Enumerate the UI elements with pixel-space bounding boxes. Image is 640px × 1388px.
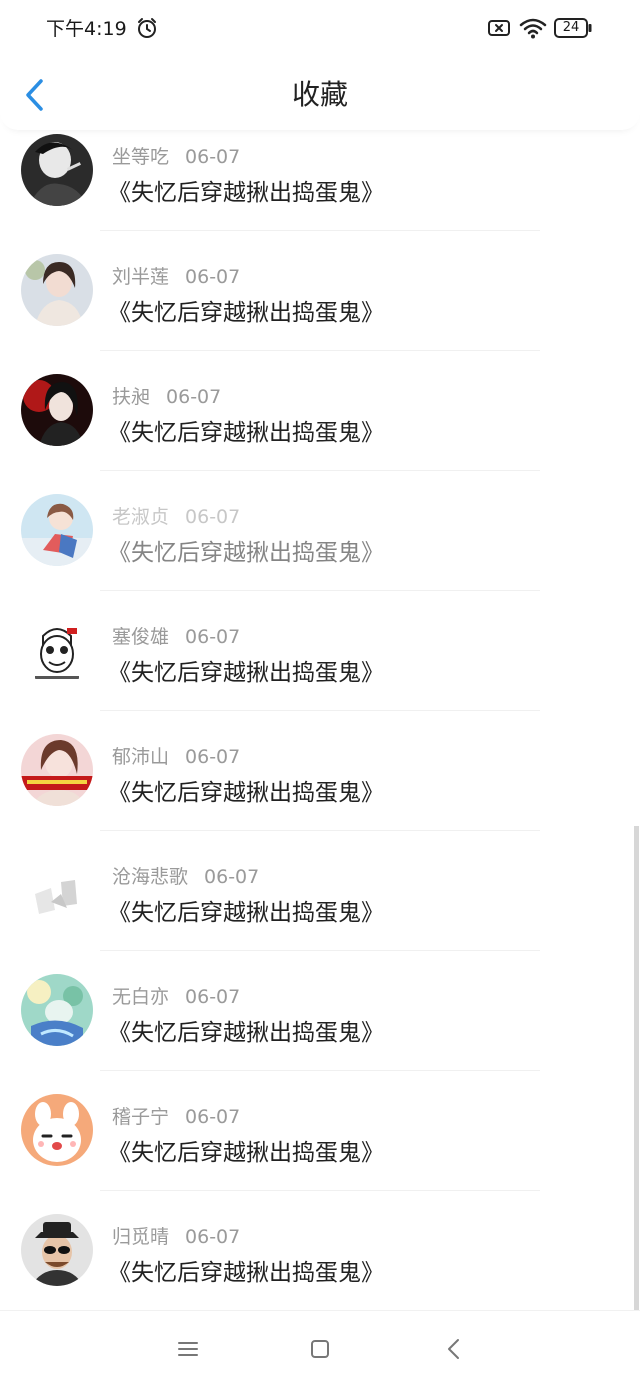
list-item[interactable]: 坐等吃 06-07 《失忆后穿越揪出捣蛋鬼》 — [0, 130, 640, 250]
sim-error-icon — [488, 20, 510, 36]
user-name: 扶昶 — [112, 386, 151, 408]
divider — [100, 230, 540, 231]
favorite-meta: 无白亦 06-07 — [112, 982, 240, 1009]
page-title: 收藏 — [291, 78, 348, 111]
favorites-list[interactable]: 坐等吃 06-07 《失忆后穿越揪出捣蛋鬼》 刘半莲 06-07 《失忆后穿越揪出捣… — [0, 130, 640, 1310]
user-name: 沧海悲歌 — [112, 866, 189, 888]
wifi-icon — [519, 18, 547, 39]
avatar — [21, 734, 93, 806]
favorite-meta: 刘半莲 06-07 — [112, 262, 240, 289]
divider — [100, 830, 540, 831]
avatar — [21, 374, 93, 446]
favorite-meta: 扶昶 06-07 — [112, 382, 221, 409]
favorite-date: 06-07 — [185, 1226, 241, 1248]
favorite-meta: 归觅晴 06-07 — [112, 1222, 240, 1249]
avatar — [21, 494, 93, 566]
user-name: 郁沛山 — [112, 746, 170, 768]
book-title[interactable]: 《失忆后穿越揪出捣蛋鬼》 — [108, 173, 384, 207]
book-title[interactable]: 《失忆后穿越揪出捣蛋鬼》 — [108, 1013, 384, 1047]
user-name: 塞俊雄 — [112, 626, 170, 648]
favorite-meta: 沧海悲歌 06-07 — [112, 862, 259, 889]
book-title[interactable]: 《失忆后穿越揪出捣蛋鬼》 — [108, 413, 384, 447]
favorite-date: 06-07 — [185, 506, 241, 528]
favorite-meta: 老淑贞 06-07 — [112, 502, 240, 529]
divider — [100, 950, 540, 951]
user-name: 老淑贞 — [112, 506, 170, 528]
divider — [100, 710, 540, 711]
menu-icon[interactable] — [174, 1335, 202, 1363]
divider — [100, 1190, 540, 1191]
system-nav-bar — [0, 1310, 640, 1388]
favorite-meta: 稽子宁 06-07 — [112, 1102, 240, 1129]
list-item[interactable]: 稽子宁 06-07 《失忆后穿越揪出捣蛋鬼》 — [0, 1090, 640, 1210]
avatar — [21, 854, 93, 926]
list-item[interactable]: 归觅晴 06-07 《失忆后穿越揪出捣蛋鬼》 — [0, 1210, 640, 1310]
favorite-date: 06-07 — [185, 986, 241, 1008]
user-name: 稽子宁 — [112, 1106, 170, 1128]
book-title[interactable]: 《失忆后穿越揪出捣蛋鬼》 — [108, 653, 384, 687]
back-triangle-icon[interactable] — [440, 1335, 468, 1363]
divider — [100, 470, 540, 471]
status-bar: 下午4:19 24 — [0, 0, 640, 60]
book-title[interactable]: 《失忆后穿越揪出捣蛋鬼》 — [108, 533, 384, 567]
favorite-meta: 郁沛山 06-07 — [112, 742, 240, 769]
list-item[interactable]: 扶昶 06-07 《失忆后穿越揪出捣蛋鬼》 — [0, 370, 640, 490]
app-header: 收藏 — [0, 60, 640, 130]
alarm-icon — [138, 18, 156, 38]
scrollbar[interactable] — [634, 826, 639, 1310]
list-item[interactable]: 塞俊雄 06-07 《失忆后穿越揪出捣蛋鬼》 — [0, 610, 640, 730]
avatar — [21, 134, 93, 206]
list-item[interactable]: 老淑贞 06-07 《失忆后穿越揪出捣蛋鬼》 — [0, 490, 640, 610]
user-name: 刘半莲 — [112, 266, 170, 288]
home-square-icon[interactable] — [306, 1335, 334, 1363]
avatar — [21, 1214, 93, 1286]
divider — [100, 590, 540, 591]
user-name: 无白亦 — [112, 986, 170, 1008]
book-title[interactable]: 《失忆后穿越揪出捣蛋鬼》 — [108, 1133, 384, 1167]
book-title[interactable]: 《失忆后穿越揪出捣蛋鬼》 — [108, 1253, 384, 1287]
book-title[interactable]: 《失忆后穿越揪出捣蛋鬼》 — [108, 773, 384, 807]
favorite-date: 06-07 — [185, 626, 241, 648]
favorite-meta: 塞俊雄 06-07 — [112, 622, 240, 649]
list-item[interactable]: 无白亦 06-07 《失忆后穿越揪出捣蛋鬼》 — [0, 970, 640, 1090]
chevron-left-icon[interactable] — [22, 77, 48, 113]
list-item[interactable]: 刘半莲 06-07 《失忆后穿越揪出捣蛋鬼》 — [0, 250, 640, 370]
divider — [100, 350, 540, 351]
book-title[interactable]: 《失忆后穿越揪出捣蛋鬼》 — [108, 293, 384, 327]
avatar — [21, 254, 93, 326]
favorite-meta: 坐等吃 06-07 — [112, 142, 240, 169]
favorite-date: 06-07 — [185, 746, 241, 768]
avatar — [21, 1094, 93, 1166]
favorite-date: 06-07 — [185, 1106, 241, 1128]
divider — [100, 1070, 540, 1071]
status-time: 下午4:19 — [46, 18, 127, 40]
favorite-date: 06-07 — [204, 866, 260, 888]
battery-level: 24 — [562, 20, 580, 35]
list-item[interactable]: 沧海悲歌 06-07 《失忆后穿越揪出捣蛋鬼》 — [0, 850, 640, 970]
book-title[interactable]: 《失忆后穿越揪出捣蛋鬼》 — [108, 893, 384, 927]
favorite-date: 06-07 — [185, 266, 241, 288]
avatar — [21, 614, 93, 686]
user-name: 归觅晴 — [112, 1226, 170, 1248]
list-item[interactable]: 郁沛山 06-07 《失忆后穿越揪出捣蛋鬼》 — [0, 730, 640, 850]
user-name: 坐等吃 — [112, 146, 170, 168]
favorite-date: 06-07 — [185, 146, 241, 168]
favorite-date: 06-07 — [166, 386, 222, 408]
avatar — [21, 974, 93, 1046]
